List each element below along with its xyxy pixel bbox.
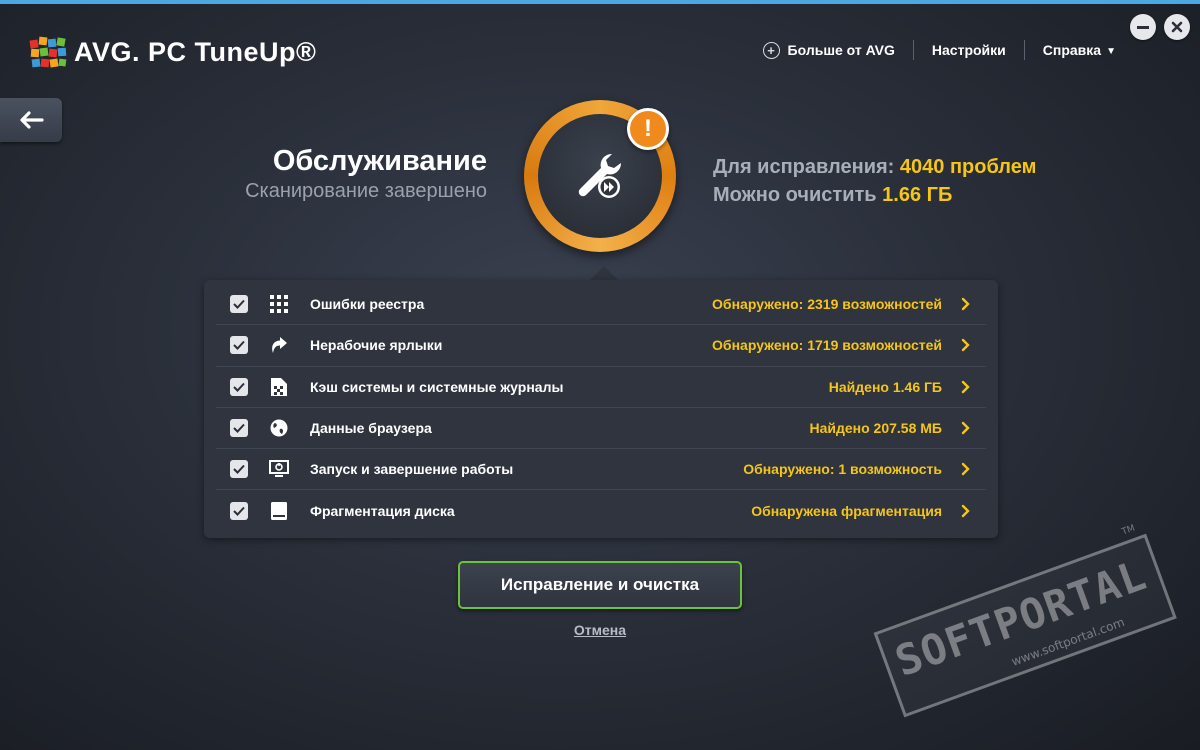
window-top-accent (0, 0, 1200, 4)
space-to-clean-value: 1.66 ГБ (882, 184, 953, 206)
minimize-button[interactable] (1130, 14, 1156, 40)
monitor-icon (268, 458, 290, 480)
item-checkbox[interactable] (230, 336, 248, 355)
item-status: Найдено 207.58 МБ (809, 420, 942, 437)
watermark-tm: TM (1120, 523, 1137, 538)
list-item[interactable]: Кэш системы и системные журналы Найдено … (216, 367, 986, 408)
checkmark-icon (233, 382, 245, 392)
app-window: AVG. PC TuneUp® + Больше от AVG Настройк… (0, 0, 1200, 750)
back-button[interactable] (0, 98, 62, 142)
issues-to-fix: Для исправления: 4040 проблем (713, 153, 1036, 181)
list-item[interactable]: Фрагментация диска Обнаружена фрагментац… (216, 490, 986, 531)
more-from-avg-link[interactable]: + Больше от AVG (762, 41, 895, 59)
app-logo: AVG. PC TuneUp® (28, 34, 316, 70)
chevron-right-icon[interactable] (958, 421, 972, 435)
item-status: Обнаружена фрагментация (751, 503, 942, 520)
item-label: Запуск и завершение работы (310, 461, 514, 478)
plus-circle-icon: + (762, 41, 780, 59)
nav-divider (1023, 40, 1025, 60)
panel-pointer (590, 266, 618, 280)
disk-icon (268, 500, 290, 522)
scan-summary: Для исправления: 4040 проблем Можно очис… (713, 153, 1036, 209)
checkmark-icon (233, 423, 245, 433)
item-status: Обнаружено: 1719 возможностей (712, 337, 942, 354)
warning-icon: ! (627, 108, 669, 150)
chevron-right-icon[interactable] (958, 297, 972, 311)
space-to-clean: Можно очистить 1.66 ГБ (713, 181, 1036, 209)
fix-and-clean-button[interactable]: Исправление и очистка (458, 561, 742, 609)
wrench-icon (578, 153, 622, 198)
item-checkbox[interactable] (230, 377, 248, 396)
top-navigation: + Больше от AVG Настройки Справка ▼ (762, 40, 1116, 60)
issues-to-fix-value: 4040 проблем (899, 156, 1037, 178)
issues-to-fix-label: Для исправления: (713, 156, 895, 178)
item-label: Кэш системы и системные журналы (310, 378, 564, 395)
settings-label: Настройки (931, 42, 1006, 58)
checkmark-icon (233, 506, 245, 517)
item-status: Найдено 1.46 ГБ (828, 378, 942, 395)
scan-results-list: Ошибки реестра Обнаружено: 2319 возможно… (204, 280, 998, 538)
help-menu[interactable]: Справка ▼ (1043, 42, 1116, 58)
settings-link[interactable]: Настройки (932, 42, 1006, 58)
chevron-right-icon[interactable] (958, 462, 972, 476)
globe-icon (268, 417, 290, 439)
list-item[interactable]: Нерабочие ярлыки Обнаружено: 1719 возмож… (216, 325, 986, 367)
list-item[interactable]: Запуск и завершение работы Обнаружено: 1… (216, 449, 986, 491)
cache-file-icon (268, 376, 290, 398)
arrow-left-icon (20, 111, 44, 129)
app-title: AVG. PC TuneUp® (74, 36, 317, 67)
avg-logo-icon (29, 36, 67, 68)
item-status: Обнаружено: 1 возможность (743, 461, 942, 478)
shortcut-arrow-icon (268, 334, 290, 356)
more-from-avg-label: Больше от AVG (787, 42, 895, 58)
item-label: Нерабочие ярлыки (310, 337, 443, 354)
scan-status: Сканирование завершено (245, 180, 487, 202)
nav-divider (912, 40, 914, 60)
chevron-down-icon: ▼ (1106, 46, 1116, 57)
item-status: Обнаружено: 2319 возможностей (712, 296, 942, 313)
list-item[interactable]: Ошибки реестра Обнаружено: 2319 возможно… (216, 284, 986, 326)
chevron-right-icon[interactable] (958, 504, 972, 518)
cancel-link[interactable]: Отмена (574, 622, 626, 638)
help-label: Справка (1042, 42, 1102, 58)
minimize-icon (1137, 25, 1149, 29)
item-checkbox[interactable] (230, 295, 248, 314)
item-checkbox[interactable] (230, 419, 248, 438)
checkmark-icon (233, 299, 245, 310)
chevron-right-icon[interactable] (958, 380, 972, 394)
checkmark-icon (233, 341, 245, 351)
chevron-right-icon[interactable] (958, 338, 972, 352)
item-label: Фрагментация диска (310, 503, 455, 520)
checkmark-icon (233, 465, 245, 475)
item-checkbox[interactable] (230, 460, 248, 479)
close-icon (1171, 21, 1183, 33)
space-to-clean-label: Можно очистить (713, 184, 877, 206)
registry-grid-icon (268, 293, 290, 315)
list-item[interactable]: Данные браузера Найдено 207.58 МБ (216, 408, 986, 450)
item-checkbox[interactable] (230, 502, 248, 521)
item-label: Ошибки реестра (310, 296, 425, 313)
close-button[interactable] (1164, 14, 1190, 40)
item-label: Данные браузера (310, 420, 432, 437)
page-header: Обслуживание Сканирование завершено (245, 145, 487, 203)
page-title: Обслуживание (272, 145, 487, 177)
